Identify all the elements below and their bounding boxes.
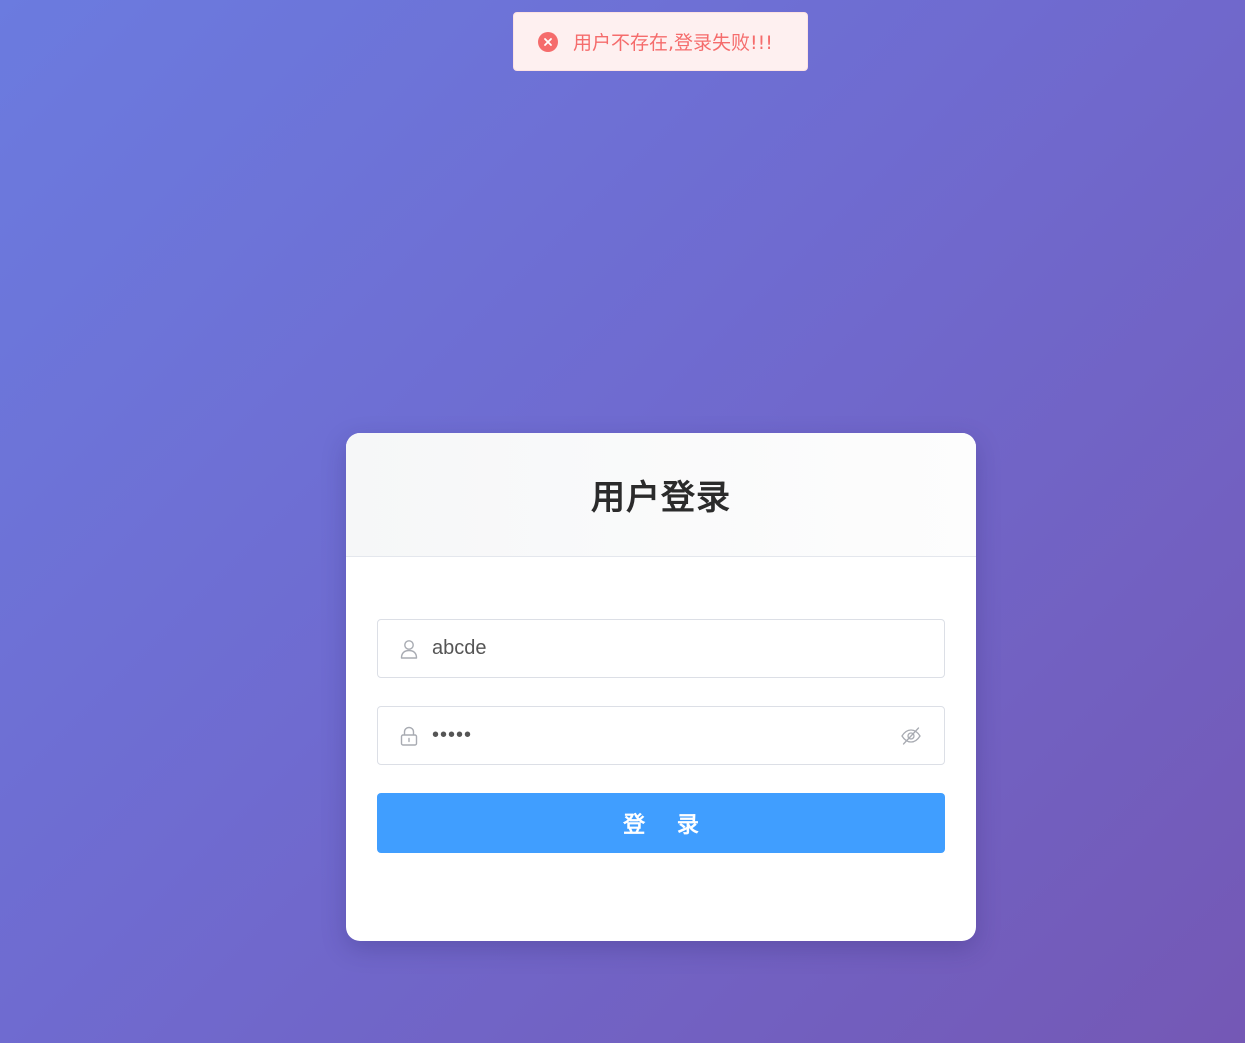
password-input[interactable] bbox=[432, 715, 900, 756]
login-card: 用户登录 登 录 bbox=[346, 433, 976, 941]
eye-hidden-icon[interactable] bbox=[900, 725, 922, 747]
login-title: 用户登录 bbox=[591, 478, 731, 518]
login-button[interactable]: 登 录 bbox=[377, 793, 945, 853]
login-card-header: 用户登录 bbox=[346, 433, 976, 557]
password-field[interactable] bbox=[377, 706, 945, 765]
error-message-text: 用户不存在,登录失败!!! bbox=[573, 32, 773, 54]
close-circle-icon bbox=[538, 31, 558, 52]
username-field[interactable] bbox=[377, 619, 945, 678]
error-message-toast: 用户不存在,登录失败!!! bbox=[513, 12, 808, 71]
username-input[interactable] bbox=[432, 628, 944, 669]
user-icon bbox=[400, 639, 418, 659]
lock-icon bbox=[400, 726, 418, 746]
